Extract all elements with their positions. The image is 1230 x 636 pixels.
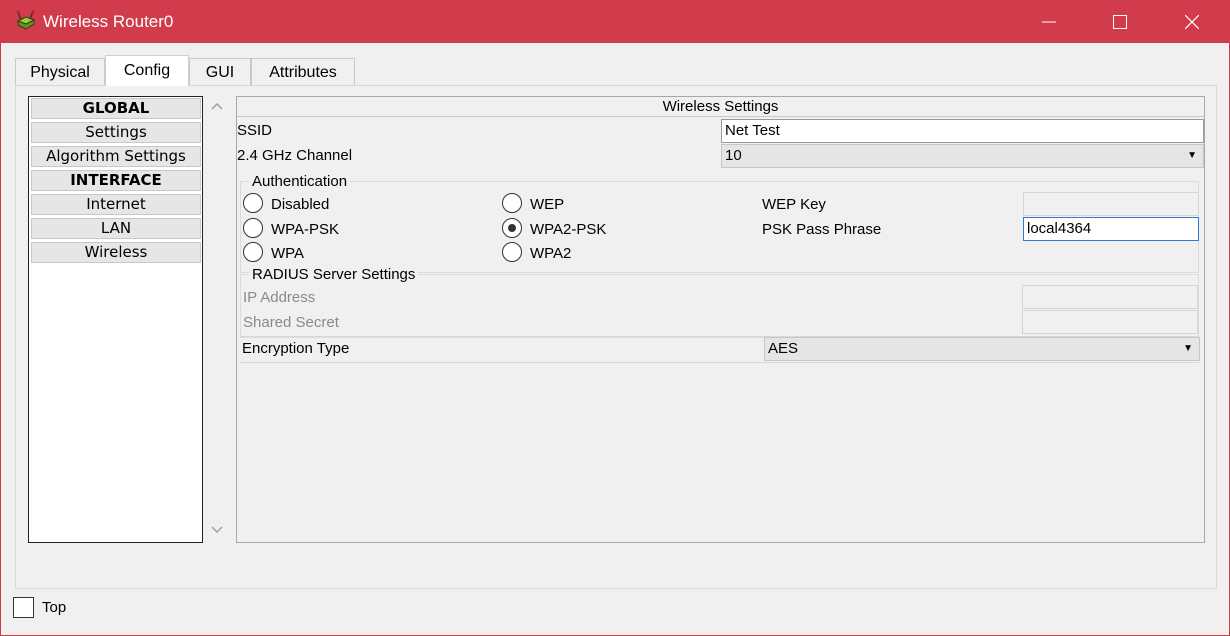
tab-attributes[interactable]: Attributes [251,58,355,86]
radio-label-wpa2: WPA2 [530,245,572,262]
radio-label-wep: WEP [530,196,565,213]
wep-key-label: WEP Key [762,196,826,213]
channel-select[interactable]: 10 ▼ [721,144,1204,168]
encryption-type-select[interactable]: AES ▼ [764,337,1200,361]
top-checkbox-label: Top [42,599,67,616]
radio-label-wpa2-psk: WPA2-PSK [530,221,607,238]
psk-pass-phrase-input[interactable]: local4364 [1023,217,1199,241]
radio-label-wpa-psk: WPA-PSK [271,221,340,238]
close-icon [1185,15,1199,29]
encryption-type-label: Encryption Type [242,340,350,357]
nav-item-lan[interactable]: LAN [31,218,201,239]
nav-item-global[interactable]: GLOBAL [31,98,201,119]
ssid-label: SSID [237,122,273,139]
maximize-button[interactable] [1092,1,1148,43]
nav-item-settings[interactable]: Settings [31,122,201,143]
wep-key-input[interactable] [1023,192,1199,216]
nav-item-algorithm-settings[interactable]: Algorithm Settings [31,146,201,167]
radio-wpa2[interactable] [502,242,522,262]
wireless-settings-panel: Wireless Settings SSID Net Test 2.4 GHz … [236,96,1205,543]
radius-title: RADIUS Server Settings [249,266,419,284]
title-bar[interactable]: Wireless Router0 [1,1,1229,43]
radio-wpa2-psk[interactable] [502,218,522,238]
authentication-title: Authentication [249,173,351,191]
maximize-icon [1113,15,1127,29]
ssid-input[interactable]: Net Test [721,119,1204,143]
panel-title: Wireless Settings [237,97,1204,117]
tab-config[interactable]: Config [105,55,189,86]
ip-address-input[interactable] [1022,285,1198,309]
nav-item-interface[interactable]: INTERFACE [31,170,201,191]
chevron-up-icon [211,102,223,110]
radio-selected-dot [508,224,516,232]
radio-label-disabled: Disabled [271,196,330,213]
scroll-up-button[interactable] [205,96,229,116]
caret-down-icon: ▼ [1187,150,1197,161]
nav-scrollbar[interactable] [205,96,229,543]
nav-item-wireless[interactable]: Wireless [31,242,201,263]
divider [240,362,1199,363]
channel-value: 10 [725,147,742,164]
shared-secret-input[interactable] [1022,310,1198,334]
ip-address-label: IP Address [243,289,316,306]
encryption-type-value: AES [768,340,799,357]
radio-wpa[interactable] [243,242,263,262]
psk-label: PSK Pass Phrase [762,221,882,238]
minimize-button[interactable] [1021,1,1077,43]
chevron-down-icon [211,526,223,534]
radio-label-wpa: WPA [271,245,305,262]
top-checkbox[interactable] [13,597,34,618]
nav-item-internet[interactable]: Internet [31,194,201,215]
tab-physical[interactable]: Physical [15,58,105,86]
scroll-down-button[interactable] [205,520,229,540]
radio-disabled[interactable] [243,193,263,213]
radio-wpa-psk[interactable] [243,218,263,238]
router-icon [15,10,37,32]
router-window: Wireless Router0 Physical Config GUI Att… [0,0,1230,636]
tab-gui[interactable]: GUI [189,58,251,86]
config-content: GLOBAL Settings Algorithm Settings INTER… [15,85,1217,589]
caret-down-icon: ▼ [1183,343,1193,354]
shared-secret-label: Shared Secret [243,314,339,331]
radio-wep[interactable] [502,193,522,213]
minimize-icon [1042,21,1056,23]
config-nav-list: GLOBAL Settings Algorithm Settings INTER… [28,96,203,543]
window-title: Wireless Router0 [43,12,174,31]
close-button[interactable] [1164,1,1220,43]
channel-label: 2.4 GHz Channel [237,147,353,164]
